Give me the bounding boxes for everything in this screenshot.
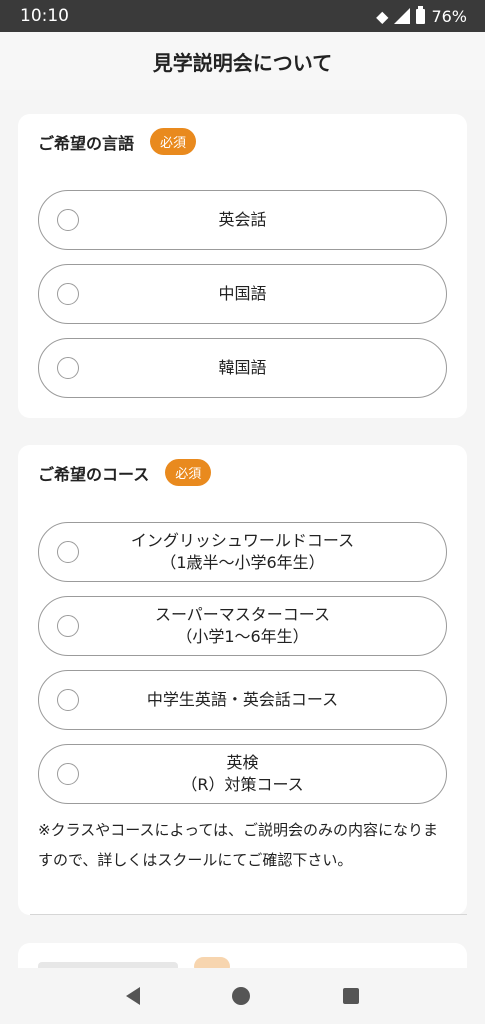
battery-level: 76% bbox=[431, 6, 467, 26]
wifi-icon: ◆ bbox=[376, 6, 389, 26]
course-card: ご希望のコース 必須 イングリッシュワールドコース （1歳半〜小学6年生） スー… bbox=[18, 445, 467, 915]
course-note: ※クラスやコースによっては、ご説明会のみの内容になりますので、詳しくはスクールに… bbox=[38, 821, 439, 869]
radio-button[interactable] bbox=[57, 689, 79, 711]
option-label: イングリッシュワールドコース （1歳半〜小学6年生） bbox=[39, 530, 446, 574]
status-bar: 10:10 ◆ 76% bbox=[0, 0, 485, 32]
option-line1: イングリッシュワールドコース bbox=[130, 531, 355, 550]
status-icons: ◆ 76% bbox=[376, 5, 467, 26]
radio-button[interactable] bbox=[57, 541, 79, 563]
signal-icon bbox=[394, 8, 411, 24]
radio-button[interactable] bbox=[57, 357, 79, 379]
recents-icon[interactable] bbox=[342, 988, 359, 1004]
required-badge: 必須 bbox=[150, 128, 197, 155]
option-label: 韓国語 bbox=[218, 358, 267, 377]
option-label: 英会話 bbox=[218, 210, 267, 229]
language-option-chinese[interactable]: 中国語 bbox=[38, 264, 447, 324]
language-option-english[interactable]: 英会話 bbox=[38, 190, 447, 250]
back-icon[interactable] bbox=[126, 987, 141, 1005]
option-line2: （R）対策コース bbox=[181, 775, 304, 794]
battery-icon bbox=[416, 5, 426, 24]
option-line1: 中学生英語・英会話コース bbox=[146, 690, 339, 709]
status-time: 10:10 bbox=[20, 6, 69, 26]
option-line2: （小学1〜6年生） bbox=[176, 627, 309, 646]
course-option-super-master[interactable]: スーパーマスターコース （小学1〜6年生） bbox=[38, 596, 447, 656]
course-option-eiken[interactable]: 英検 （R）対策コース bbox=[38, 744, 447, 804]
divider bbox=[30, 914, 467, 915]
course-option-junior-high[interactable]: 中学生英語・英会話コース bbox=[38, 670, 447, 730]
radio-button[interactable] bbox=[57, 615, 79, 637]
required-badge: 必須 bbox=[165, 459, 212, 486]
navigation-bar bbox=[0, 968, 485, 1024]
radio-button[interactable] bbox=[57, 763, 79, 785]
course-option-english-world[interactable]: イングリッシュワールドコース （1歳半〜小学6年生） bbox=[38, 522, 447, 582]
option-label: スーパーマスターコース （小学1〜6年生） bbox=[39, 604, 446, 648]
course-label: ご希望のコース bbox=[38, 464, 150, 484]
option-label: 英検 （R）対策コース bbox=[39, 752, 446, 796]
home-icon[interactable] bbox=[232, 987, 251, 1005]
option-line2: （1歳半〜小学6年生） bbox=[160, 553, 325, 572]
radio-button[interactable] bbox=[57, 209, 79, 231]
language-label: ご希望の言語 bbox=[38, 133, 135, 153]
page-title: 見学説明会について bbox=[0, 32, 485, 90]
course-header: ご希望のコース 必須 bbox=[38, 459, 212, 486]
option-label: 中国語 bbox=[218, 284, 267, 303]
language-header: ご希望の言語 必須 bbox=[38, 128, 197, 155]
radio-button[interactable] bbox=[57, 283, 79, 305]
language-option-korean[interactable]: 韓国語 bbox=[38, 338, 447, 398]
option-line1: スーパーマスターコース bbox=[154, 605, 331, 624]
option-line1: 英検 bbox=[226, 753, 259, 772]
language-card: ご希望の言語 必須 英会話 中国語 韓国語 bbox=[18, 114, 467, 418]
option-label: 中学生英語・英会話コース bbox=[39, 689, 446, 711]
